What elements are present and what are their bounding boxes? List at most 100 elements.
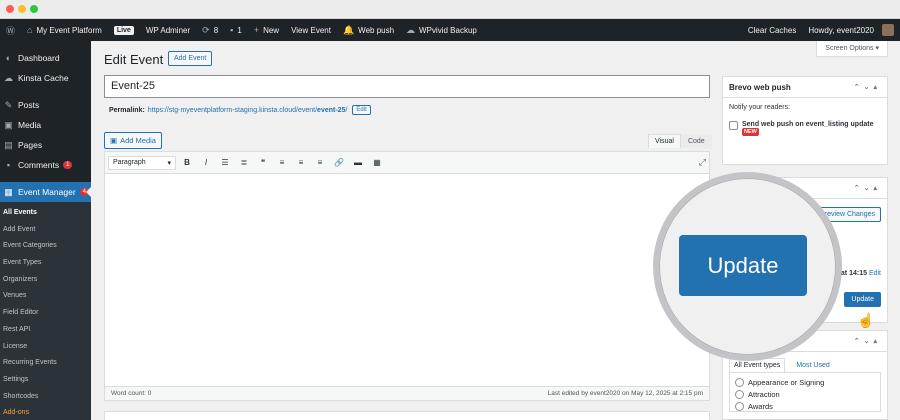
box-controls-icon[interactable]: ⌃⌄▴ [854,337,881,345]
toolbar-toggle-icon[interactable]: ▦ [369,158,385,167]
new-content-link[interactable]: + New [248,19,285,41]
chevron-down-icon: ▾ [167,159,171,167]
tab-visual[interactable]: Visual [648,134,681,148]
permalink: Permalink: https://stg-myeventplatform-s… [109,105,371,115]
comments-link[interactable]: ▪ 1 [224,19,248,41]
event-title-input[interactable]: Event-25 [104,75,710,98]
wpvivid-link[interactable]: ☁ WPvivid Backup [400,19,483,41]
submenu-field-editor[interactable]: Field Editor [0,305,91,322]
web-push-link[interactable]: 🔔 Web push [337,19,400,41]
page-title: Edit Event [104,52,164,67]
editor-tabs: Visual Code [648,134,712,148]
submenu-add-event[interactable]: Add Event [0,222,91,239]
window-chrome [0,0,900,19]
align-left-icon[interactable]: ≡ [274,158,290,167]
submenu-license[interactable]: License [0,339,91,356]
submenu-event-categories[interactable]: Event Categories [0,238,91,255]
submenu-add-ons[interactable]: Add-ons [0,405,91,420]
sidebar-item-event-manager[interactable]: ▦ Event Manager 4 [0,182,91,202]
submenu-settings[interactable]: Settings [0,372,91,389]
submenu-rest-api[interactable]: Rest API [0,322,91,339]
permalink-link[interactable]: https://stg-myeventplatform-staging.kins… [148,107,348,114]
magnifier-callout: Update [653,172,842,361]
brevo-web-push-box: Brevo web push ⌃⌄▴ Notify your readers: S… [722,76,888,165]
submenu-venues[interactable]: Venues [0,288,91,305]
site-name-link[interactable]: ⌂ My Event Platform [21,19,108,41]
close-window-icon[interactable] [6,5,14,13]
media-icon: ▣ [4,119,13,130]
wp-adminer-link[interactable]: WP Adminer [140,19,196,41]
update-button[interactable]: Update [844,292,881,307]
link-icon[interactable]: 🔗 [331,158,347,167]
bullet-list-icon[interactable]: ☰ [217,158,233,167]
updates-icon: ⟳ [202,24,210,35]
submenu-shortcodes[interactable]: Shortcodes [0,389,91,406]
calendar-icon: ▦ [4,186,13,197]
submenu-recurring-events[interactable]: Recurring Events [0,355,91,372]
bold-icon[interactable]: B [179,158,195,167]
sidebar-item-posts[interactable]: ✎ Posts [0,95,91,115]
maximize-window-icon[interactable] [30,5,38,13]
permalink-edit-button[interactable]: Edit [352,105,371,115]
format-select[interactable]: Paragraph ▾ [108,155,176,170]
submenu-event-types[interactable]: Event Types [0,255,91,272]
list-item[interactable]: Appearance or Signing [735,378,875,387]
publish-time-edit-link[interactable]: Edit [869,270,881,277]
magnified-update-button[interactable]: Update [679,235,807,296]
bell-icon: 🔔 [342,24,355,35]
new-badge: NEW [742,128,759,136]
sidebar-item-comments[interactable]: ▪ Comments 1 [0,155,91,175]
content-editor[interactable]: Paragraph ▾ B I ☰ ≣ ❝ ≡ ≡ ≡ 🔗 ▬ ▦ ⤢ Word … [104,151,710,401]
media-icon: ▣ [110,136,118,145]
clear-caches-link[interactable]: Clear Caches [742,19,802,41]
account-menu[interactable]: Howdy, event2020 [802,19,900,41]
publish-time: at 14:15 Edit [840,270,881,277]
send-web-push-label: Send web push on event_listing update [742,121,874,128]
admin-bar: Ⓦ ⌂ My Event Platform Live WP Adminer ⟳ 8 … [0,19,900,41]
editor-toolbar: Paragraph ▾ B I ☰ ≣ ❝ ≡ ≡ ≡ 🔗 ▬ ▦ ⤢ [105,152,709,174]
sidebar-item-pages[interactable]: ▤ Pages [0,135,91,155]
tab-code[interactable]: Code [680,134,712,148]
dashboard-icon: ◐ [5,53,12,63]
comment-icon: ▪ [230,25,234,35]
numbered-list-icon[interactable]: ≣ [236,158,252,167]
live-badge: Live [108,19,140,41]
view-event-link[interactable]: View Event [285,19,337,41]
hand-cursor-icon: ☝ [857,312,875,328]
editor-status-bar: Word count: 0 Last edited by event2020 o… [105,386,709,400]
send-web-push-checkbox[interactable] [729,121,738,130]
last-edited: Last edited by event2020 on May 12, 2025… [547,390,703,397]
add-media-button[interactable]: ▣ Add Media [104,132,162,149]
fullscreen-icon[interactable]: ⤢ [699,157,706,168]
submenu-organizers[interactable]: Organizers [0,272,91,289]
align-right-icon[interactable]: ≡ [312,158,328,167]
sidebar-item-dashboard[interactable]: ◐ Dashboard [0,48,91,68]
sidebar-item-media[interactable]: ▣ Media [0,115,91,135]
minimize-window-icon[interactable] [18,5,26,13]
box-controls-icon[interactable]: ⌃⌄▴ [854,83,881,91]
wordpress-logo-icon[interactable]: Ⓦ [0,19,21,41]
screen-options-button[interactable]: Screen Options ▾ [816,41,888,57]
brevo-box-title: Brevo web push [729,82,791,92]
comments-count-badge: 1 [63,161,73,169]
pin-icon: ✎ [4,99,13,110]
tab-most-used[interactable]: Most Used [791,358,834,372]
home-icon: ⌂ [27,25,33,35]
blockquote-icon[interactable]: ❝ [255,158,271,167]
align-center-icon[interactable]: ≡ [293,158,309,167]
italic-icon[interactable]: I [198,158,214,167]
add-event-button[interactable]: Add Event [168,51,213,66]
read-more-icon[interactable]: ▬ [350,158,366,167]
word-count: Word count: 0 [111,390,152,397]
list-item[interactable]: Awards [735,402,875,411]
box-controls-icon[interactable]: ⌃⌄▴ [854,184,881,192]
sidebar-item-kinsta-cache[interactable]: ☁ Kinsta Cache [0,68,91,88]
comments-icon: ▪ [6,160,11,170]
event-manager-count-badge: 4 [79,188,89,196]
pages-icon: ▤ [4,139,13,150]
event-types-list: Appearance or Signing Attraction Awards [729,372,881,412]
cloud-icon: ☁ [406,24,416,35]
submenu-all-events[interactable]: All Events [0,205,91,222]
list-item[interactable]: Attraction [735,390,875,399]
updates-link[interactable]: ⟳ 8 [196,19,224,41]
